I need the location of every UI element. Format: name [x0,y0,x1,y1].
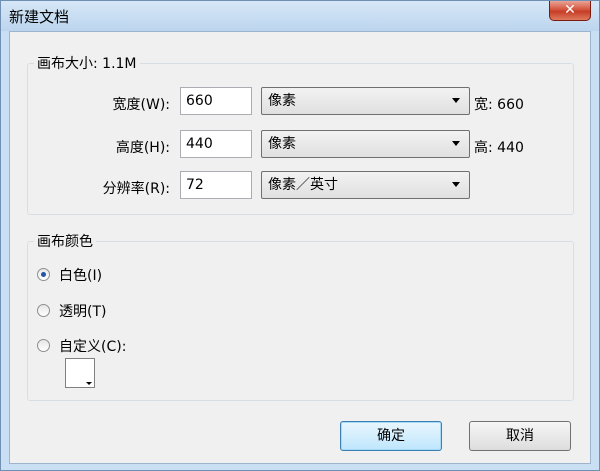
resolution-unit-select[interactable]: 像素／英寸 [261,171,470,199]
dropdown-arrow-icon [86,382,92,385]
width-label: 宽度(W): [112,97,170,113]
height-input[interactable]: 440 [180,130,252,158]
resolution-label: 分辨率(R): [102,181,170,197]
height-readout: 高: 440 [474,140,524,156]
resolution-unit-value: 像素／英寸 [268,177,338,193]
canvas-size-legend: 画布大小: 1.1M [34,53,140,73]
width-readout: 宽: 660 [474,97,524,113]
ok-button[interactable]: 确定 [340,421,442,451]
width-input[interactable]: 660 [180,87,252,115]
new-document-dialog: 新建文档 ✕ 画布大小: 1.1M 宽度(W): 660 像素 宽: 660 高… [0,0,600,471]
canvas-color-legend: 画布颜色 [34,231,96,251]
height-unit-select[interactable]: 像素 [261,130,470,158]
chevron-down-icon [452,98,460,103]
chevron-down-icon [452,182,460,187]
custom-radio[interactable] [37,339,50,352]
width-unit-value: 像素 [268,93,296,109]
transparent-radio[interactable] [37,304,50,317]
title-bar: 新建文档 ✕ [1,1,599,31]
close-icon: ✕ [564,2,576,18]
custom-color-swatch[interactable] [65,358,95,388]
white-radio-label[interactable]: 白色(I) [59,265,102,285]
height-label: 高度(H): [115,140,170,156]
canvas-color-group [27,241,574,401]
custom-radio-label[interactable]: 自定义(C): [59,336,126,356]
chevron-down-icon [452,141,460,146]
close-button[interactable]: ✕ [549,1,591,21]
white-radio[interactable] [37,268,50,281]
dialog-body: 画布大小: 1.1M 宽度(W): 660 像素 宽: 660 高度(H): 4… [9,31,591,464]
transparent-radio-label[interactable]: 透明(T) [59,301,106,321]
width-unit-select[interactable]: 像素 [261,87,470,115]
cancel-button[interactable]: 取消 [469,421,571,451]
dialog-title: 新建文档 [9,8,70,26]
height-unit-value: 像素 [268,136,296,152]
resolution-input[interactable]: 72 [180,171,252,199]
